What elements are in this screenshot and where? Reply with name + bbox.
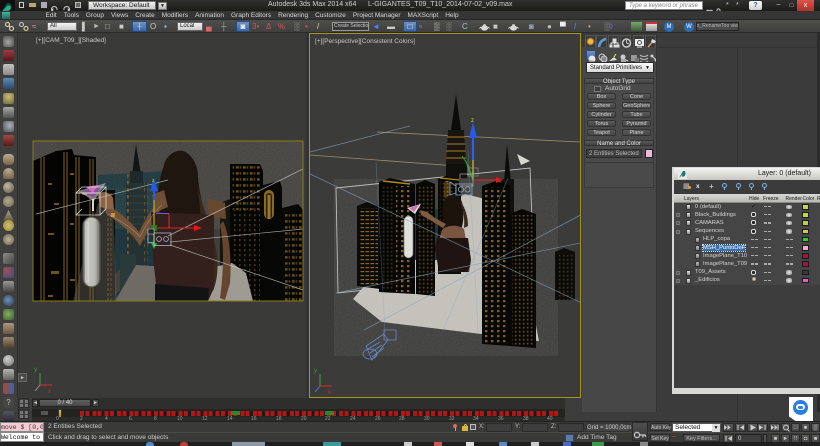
svg-text:y: y bbox=[34, 367, 37, 373]
svg-text:x: x bbox=[328, 390, 331, 396]
svg-text:x: x bbox=[48, 389, 51, 395]
svg-text:y: y bbox=[314, 368, 317, 374]
svg-text:z: z bbox=[471, 118, 474, 124]
